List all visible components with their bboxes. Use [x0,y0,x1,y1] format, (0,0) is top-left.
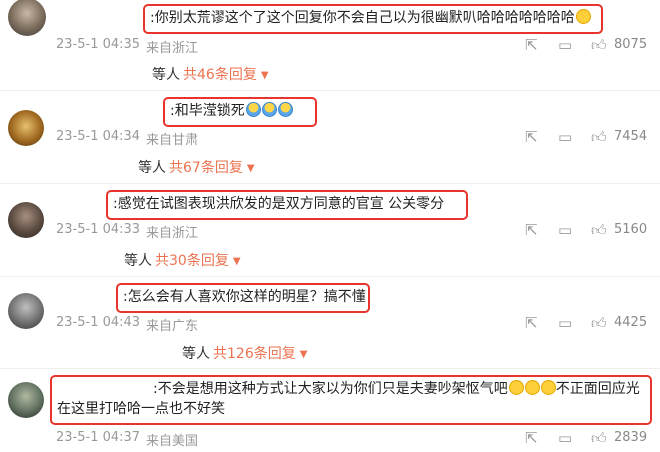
comment-icon[interactable]: ▭ [558,316,572,331]
like-icon[interactable]: 👍︎ [591,316,607,331]
comment-date: 23-5-1 04:34 [56,129,141,144]
hug-emoji [245,102,261,117]
smirk-emoji [524,380,540,395]
share-icon[interactable]: ⇱ [525,431,538,446]
hug-emoji [261,102,277,117]
like-count: 8075 [614,37,648,52]
chevron-down-icon: ▼ [246,163,255,174]
comment-text-box: :不会是想用这种方式让大家以为你们只是夫妻吵架怄气吧 不正面回应光 在这里打哈哈一… [50,375,652,425]
comment-icon[interactable]: ▭ [558,223,572,238]
reply-prefix: 等人 [152,67,180,83]
reply-summary[interactable]: 等人 共30条回复 ▼ [124,250,241,270]
comment-text-box: :和毕滢锁死 [163,97,317,127]
comment-text-line2: 在这里打哈哈一点也不好笑 [57,401,225,417]
view-replies-link[interactable]: 共46条回复 [183,67,257,83]
reply-prefix: 等人 [182,346,210,362]
divider [0,90,660,91]
view-replies-link[interactable]: 共126条回复 [213,346,296,362]
comment-date: 23-5-1 04:43 [56,315,141,330]
comment-icon[interactable]: ▭ [558,431,572,446]
comment-text-box: :你别太荒谬这个了这个回复你不会自己以为很幽默叭哈哈哈哈哈哈哈 [143,4,603,34]
comment-text-line1: :不会是想用这种方式让大家以为你们只是夫妻吵架怄气吧 [153,381,508,397]
chevron-down-icon: ▼ [232,256,241,267]
comment-date: 23-5-1 04:33 [56,222,141,237]
avatar[interactable] [8,202,44,238]
reply-prefix: 等人 [124,253,152,269]
divider [0,183,660,184]
divider [0,276,660,277]
divider [0,368,660,369]
avatar[interactable] [8,382,44,418]
comment-location: 来自甘肃 [146,133,199,148]
chevron-down-icon: ▼ [260,70,269,81]
like-icon[interactable]: 👍︎ [591,431,607,446]
view-replies-link[interactable]: 共30条回复 [155,253,229,269]
avatar[interactable] [8,293,44,329]
like-count: 7454 [614,129,648,144]
comment-date: 23-5-1 04:35 [56,37,141,52]
comment-text-box: :怎么会有人喜欢你这样的明星？搞不懂 [116,283,370,313]
face-emoji [575,9,591,24]
like-icon[interactable]: 👍︎ [591,223,607,238]
comment-location: 来自美国 [146,434,199,449]
like-icon[interactable]: 👍︎ [591,130,607,145]
comment-text: :怎么会有人喜欢你这样的明星？搞不懂 [123,289,366,305]
comment-location: 来自浙江 [146,226,199,241]
hug-emoji [277,102,293,117]
comment-location: 来自浙江 [146,41,199,56]
avatar[interactable] [8,0,46,36]
smirk-emoji [540,380,556,395]
reply-summary[interactable]: 等人 共46条回复 ▼ [152,64,269,84]
comment-date: 23-5-1 04:37 [56,430,141,445]
comment-icon[interactable]: ▭ [558,38,572,53]
like-count: 4425 [614,315,648,330]
share-icon[interactable]: ⇱ [525,130,538,145]
reply-prefix: 等人 [138,160,166,176]
view-replies-link[interactable]: 共67条回复 [169,160,243,176]
smirk-emoji [508,380,524,395]
share-icon[interactable]: ⇱ [525,38,538,53]
reply-summary[interactable]: 等人 共67条回复 ▼ [138,157,255,177]
like-count: 2839 [614,430,648,445]
like-count: 5160 [614,222,648,237]
comment-text: :和毕滢锁死 [170,103,245,119]
chevron-down-icon: ▼ [299,349,308,360]
comment-text: :你别太荒谬这个了这个回复你不会自己以为很幽默叭哈哈哈哈哈哈哈 [150,10,575,26]
comment-location: 来自广东 [146,319,199,334]
like-icon[interactable]: 👍︎ [591,38,607,53]
share-icon[interactable]: ⇱ [525,316,538,331]
share-icon[interactable]: ⇱ [525,223,538,238]
reply-summary[interactable]: 等人 共126条回复 ▼ [182,343,307,363]
comment-text: :感觉在试图表现洪欣发的是双方同意的官宣 公关零分 [113,196,445,212]
comment-text-line1-tail: 不正面回应光 [555,381,640,397]
comment-icon[interactable]: ▭ [558,130,572,145]
comment-text-box: :感觉在试图表现洪欣发的是双方同意的官宣 公关零分 [106,190,468,220]
avatar[interactable] [8,110,44,146]
